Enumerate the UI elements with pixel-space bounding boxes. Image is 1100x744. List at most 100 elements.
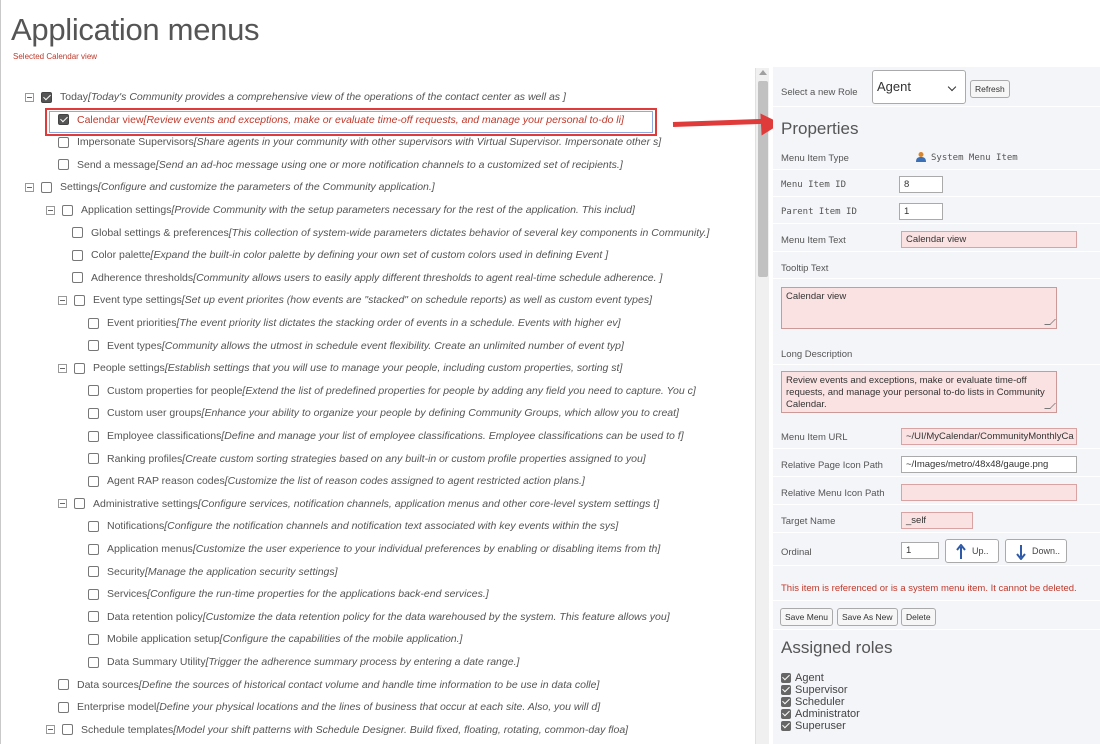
tree-item[interactable]: Adherence thresholds [Community allows us… <box>72 266 662 290</box>
tree-item[interactable]: Employee classifications [Define and mana… <box>88 424 684 448</box>
resize-grip-icon[interactable] <box>1044 319 1056 325</box>
role-checkbox[interactable] <box>781 721 791 731</box>
tree-item[interactable]: People settings [Establish settings that … <box>58 356 622 380</box>
tree-item[interactable]: Ranking profiles [Create custom sorting s… <box>88 447 646 471</box>
save-as-new-button[interactable]: Save As New <box>837 608 898 626</box>
tree-scrollbar[interactable] <box>755 68 769 744</box>
tree-item-checkbox[interactable] <box>74 498 85 510</box>
tree-item-checkbox[interactable] <box>88 543 99 555</box>
role-checkbox-item[interactable]: Supervisor <box>781 684 848 696</box>
tree-item[interactable]: Enterprise model [Define your physical lo… <box>58 695 600 719</box>
menu-item-url-field[interactable]: ~/UI/MyCalendar/CommunityMonthlyCa <box>901 428 1077 445</box>
tree-item-checkbox[interactable] <box>72 249 83 261</box>
tree-item[interactable]: Mobile application setup [Configure the c… <box>88 627 462 651</box>
tree-item[interactable]: Settings [Configure and customize the par… <box>25 175 435 199</box>
tree-item[interactable]: Send a message [Send an ad-hoc message us… <box>58 153 623 177</box>
tree-item-checkbox[interactable] <box>72 272 83 284</box>
collapse-toggle-icon[interactable] <box>58 499 67 509</box>
tree-item-checkbox[interactable] <box>72 227 83 239</box>
role-select[interactable]: Agent <box>872 70 966 104</box>
role-checkbox[interactable] <box>781 685 791 695</box>
tree-item[interactable]: Custom properties for people [Extend the … <box>88 379 696 403</box>
collapse-toggle-icon[interactable] <box>46 725 55 735</box>
tree-item[interactable]: Data Summary Utility [Trigger the adheren… <box>88 650 519 674</box>
tree-item[interactable]: Custom user groups [Enhance your ability … <box>88 401 679 425</box>
tree-item-checkbox[interactable] <box>41 91 52 103</box>
tree-item[interactable]: Color palette [Expand the built-in color … <box>72 243 608 267</box>
tree-item[interactable]: Administrative settings [Configure servic… <box>58 492 659 516</box>
role-checkbox-item[interactable]: Agent <box>781 672 824 684</box>
tree-item[interactable]: Application settings [Provide Community w… <box>46 198 635 222</box>
tree-item-checkbox[interactable] <box>62 724 73 736</box>
tree-item-checkbox[interactable] <box>88 656 99 668</box>
tree-item-checkbox[interactable] <box>62 204 73 216</box>
tree-item-checkbox[interactable] <box>88 430 99 442</box>
tree-item-checkbox[interactable] <box>58 701 69 713</box>
collapse-toggle-icon[interactable] <box>46 205 55 215</box>
tree-item-description: [The event priority list dictates the st… <box>176 317 621 329</box>
scroll-up-arrow-icon[interactable] <box>759 70 767 75</box>
refresh-button[interactable]: Refresh <box>970 80 1010 98</box>
tree-item-checkbox[interactable] <box>74 294 85 306</box>
save-menu-button[interactable]: Save Menu <box>780 608 833 626</box>
move-up-button[interactable]: Up.. <box>945 539 999 563</box>
relative-menu-icon-field[interactable] <box>901 484 1077 501</box>
role-checkbox-item[interactable]: Administrator <box>781 708 860 720</box>
tree-item[interactable]: Application menus [Customize the user exp… <box>88 537 660 561</box>
delete-button[interactable]: Delete <box>901 608 936 626</box>
tree-item[interactable]: Event types [Community allows the utmost … <box>88 334 624 358</box>
collapse-toggle-icon[interactable] <box>25 92 34 102</box>
role-checkbox-item[interactable]: Scheduler <box>781 696 845 708</box>
tree-item[interactable]: Global settings & preferences [This colle… <box>72 221 709 245</box>
move-down-button[interactable]: Down.. <box>1005 539 1067 563</box>
tree-item-checkbox[interactable] <box>58 114 69 126</box>
tree-item-checkbox[interactable] <box>41 181 52 193</box>
tree-item-checkbox[interactable] <box>74 362 85 374</box>
tree-item-checkbox[interactable] <box>58 159 69 171</box>
tree-item[interactable]: Notifications [Configure the notification… <box>88 514 618 538</box>
tree-item-checkbox[interactable] <box>58 679 69 691</box>
scroll-thumb[interactable] <box>758 81 768 277</box>
target-name-field[interactable]: _self <box>901 512 973 529</box>
relative-page-icon-field[interactable]: ~/Images/metro/48x48/gauge.png <box>901 456 1077 473</box>
tree-item-checkbox[interactable] <box>88 633 99 645</box>
tree-item-checkbox[interactable] <box>88 520 99 532</box>
tree-item-checkbox[interactable] <box>88 566 99 578</box>
tree-item-checkbox[interactable] <box>88 385 99 397</box>
menu-item-id-field[interactable]: 8 <box>899 176 943 193</box>
tree-item[interactable]: Today [Today's Community provides a compr… <box>25 85 566 109</box>
tree-item[interactable]: Agent RAP reason codes [Customize the lis… <box>88 469 585 493</box>
collapse-toggle-icon[interactable] <box>58 295 67 305</box>
role-checkbox[interactable] <box>781 709 791 719</box>
tree-item[interactable]: Security [Manage the application security… <box>88 560 338 584</box>
role-checkbox[interactable] <box>781 673 791 683</box>
tree-item-checkbox[interactable] <box>88 588 99 600</box>
parent-item-id-field[interactable]: 1 <box>899 203 943 220</box>
tree-item-label: Event priorities <box>107 317 177 329</box>
tooltip-text-area[interactable]: Calendar view <box>781 287 1057 329</box>
tree-item[interactable]: Impersonate Supervisors [Share agents in … <box>58 130 661 154</box>
tree-item-checkbox[interactable] <box>58 136 69 148</box>
tree-item[interactable]: Data sources [Define the sources of histo… <box>58 673 599 697</box>
tree-item[interactable]: Event priorities [The event priority list… <box>88 311 621 335</box>
tree-item-checkbox[interactable] <box>88 453 99 465</box>
tree-item[interactable]: Schedule templates [Model your shift patt… <box>46 718 628 742</box>
collapse-toggle-icon[interactable] <box>25 182 34 192</box>
tree-item[interactable]: Event type settings [Set up event priorit… <box>58 288 652 312</box>
role-checkbox[interactable] <box>781 697 791 707</box>
tree-item[interactable]: Services [Configure the run-time properti… <box>88 582 489 606</box>
role-checkbox-item[interactable]: Superuser <box>781 720 846 732</box>
tree-item-label: Agent RAP reason codes <box>107 475 225 488</box>
tree-item-checkbox[interactable] <box>88 611 99 623</box>
tree-item-checkbox[interactable] <box>88 317 99 329</box>
collapse-toggle-icon[interactable] <box>58 363 67 373</box>
ordinal-field[interactable]: 1 <box>901 542 939 559</box>
tree-item[interactable]: Calendar view [Review events and exceptio… <box>58 108 624 132</box>
tree-item[interactable]: Data retention policy [Customize the data… <box>88 605 670 629</box>
tree-item-checkbox[interactable] <box>88 407 99 419</box>
long-description-area[interactable]: Review events and exceptions, make or ev… <box>781 371 1057 413</box>
resize-grip-icon[interactable] <box>1044 403 1056 409</box>
tree-item-checkbox[interactable] <box>88 475 99 487</box>
menu-item-text-field[interactable]: Calendar view <box>901 231 1077 248</box>
tree-item-checkbox[interactable] <box>88 340 99 352</box>
